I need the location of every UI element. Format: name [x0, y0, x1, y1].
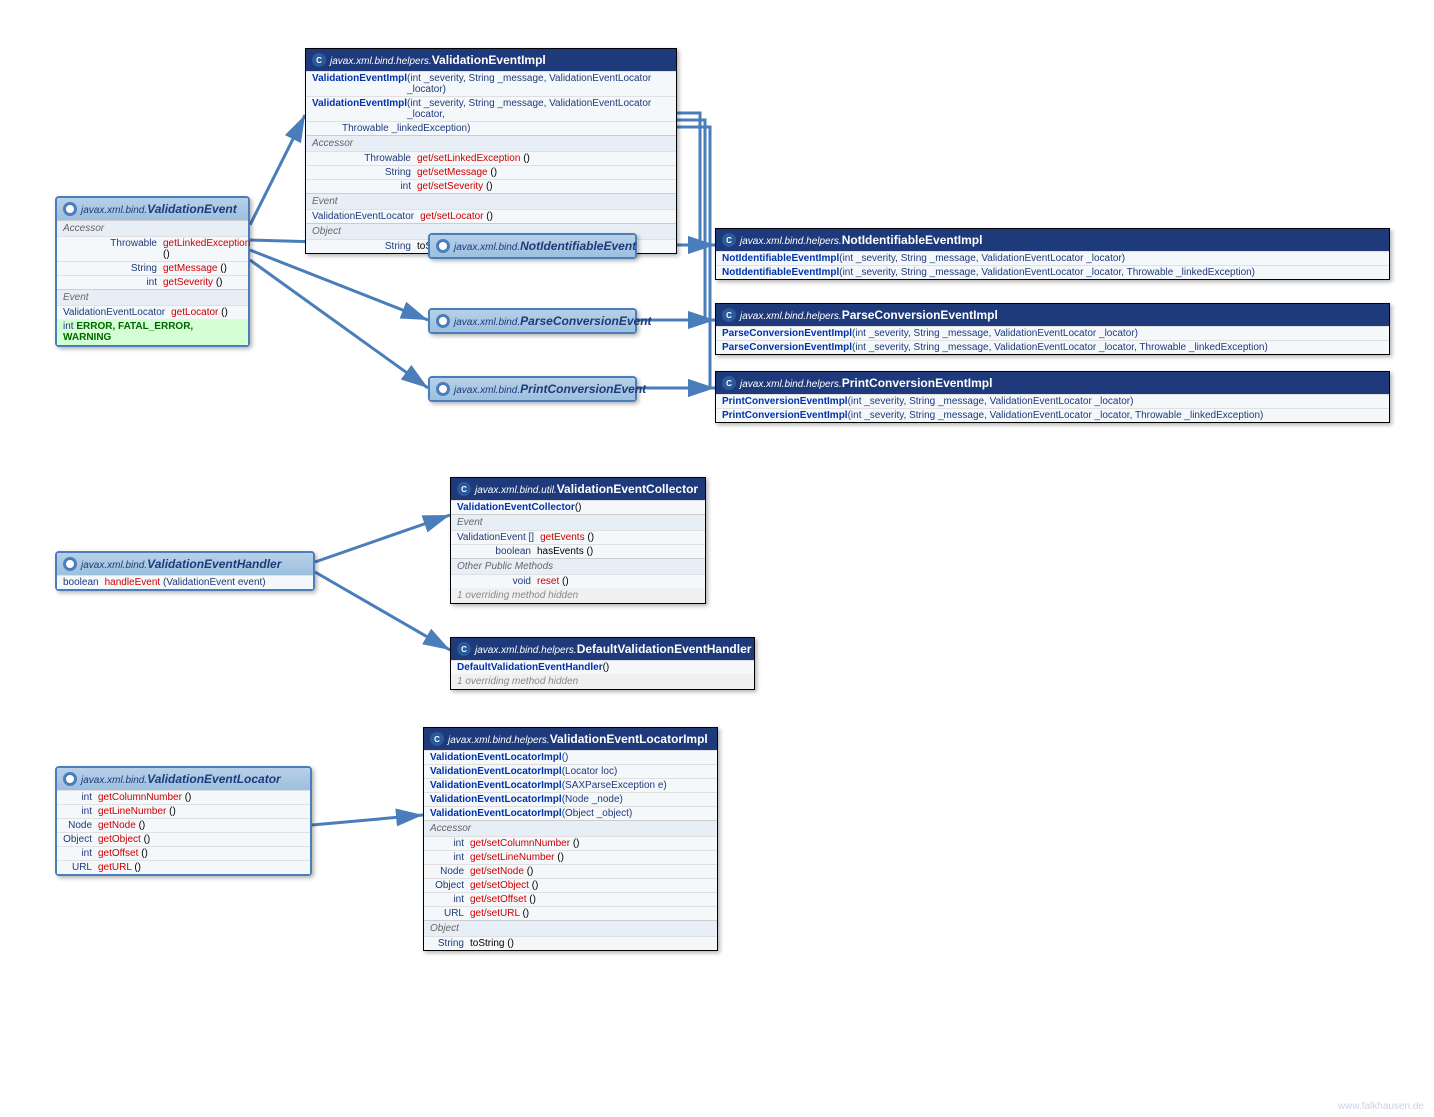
hidden-methods-note: 1 overriding method hidden — [451, 588, 705, 603]
class-header: javax.xml.bind.helpers.ValidationEventIm… — [306, 49, 676, 71]
section-label: Event — [306, 193, 676, 209]
constructor-row: ValidationEventLocatorImpl (Object _obje… — [424, 806, 717, 820]
class-parse-conversion-event-impl[interactable]: javax.xml.bind.helpers.ParseConversionEv… — [715, 303, 1390, 355]
method-row: Stringget/setMessage () — [306, 165, 676, 179]
section-label: Accessor — [424, 820, 717, 836]
method-row: Nodeget/setNode () — [424, 864, 717, 878]
method-row: ValidationEvent []getEvents () — [451, 530, 705, 544]
constructor-row: ValidationEventLocatorImpl (Locator loc) — [424, 764, 717, 778]
class-icon — [722, 233, 736, 247]
constants-row: int ERROR, FATAL_ERROR, WARNING — [57, 319, 248, 345]
constructor-row: PrintConversionEventImpl (int _severity,… — [716, 394, 1389, 408]
constructor-row: ParseConversionEventImpl (int _severity,… — [716, 326, 1389, 340]
method-row: intgetLineNumber () — [57, 804, 310, 818]
method-row: booleanhasEvents () — [451, 544, 705, 558]
class-header: javax.xml.bind.NotIdentifiableEvent — [430, 235, 635, 257]
class-icon — [457, 642, 471, 656]
method-row: booleanhandleEvent (ValidationEvent even… — [57, 575, 313, 589]
class-not-identifiable-event-impl[interactable]: javax.xml.bind.helpers.NotIdentifiableEv… — [715, 228, 1390, 280]
constructor-row: ValidationEventCollector () — [451, 500, 705, 514]
interface-icon — [436, 314, 450, 328]
class-header: javax.xml.bind.PrintConversionEvent — [430, 378, 635, 400]
constructor-row: NotIdentifiableEventImpl (int _severity,… — [716, 265, 1389, 279]
class-print-conversion-event-impl[interactable]: javax.xml.bind.helpers.PrintConversionEv… — [715, 371, 1390, 423]
class-header: javax.xml.bind.util.ValidationEventColle… — [451, 478, 705, 500]
method-row: intgetOffset () — [57, 846, 310, 860]
method-row: StringtoString () — [424, 936, 717, 950]
method-row: voidreset () — [451, 574, 705, 588]
method-row: intget/setColumnNumber () — [424, 836, 717, 850]
class-validation-event-impl[interactable]: javax.xml.bind.helpers.ValidationEventIm… — [305, 48, 677, 254]
constructor-row: ParseConversionEventImpl (int _severity,… — [716, 340, 1389, 354]
method-row: intgetColumnNumber () — [57, 790, 310, 804]
constructor-row: ValidationEventLocatorImpl (SAXParseExce… — [424, 778, 717, 792]
class-icon — [457, 482, 471, 496]
class-icon — [312, 53, 326, 67]
method-row: Objectget/setObject () — [424, 878, 717, 892]
section-label: Accessor — [57, 220, 248, 236]
class-header: javax.xml.bind.helpers.DefaultValidation… — [451, 638, 754, 660]
method-row: intget/setOffset () — [424, 892, 717, 906]
method-row: ObjectgetObject () — [57, 832, 310, 846]
constructor-row: NotIdentifiableEventImpl (int _severity,… — [716, 251, 1389, 265]
interface-icon — [63, 772, 77, 786]
method-row: Throwableget/setLinkedException () — [306, 151, 676, 165]
class-header: javax.xml.bind.helpers.PrintConversionEv… — [716, 372, 1389, 394]
interface-icon — [63, 202, 77, 216]
watermark: www.falkhausen.de — [1338, 1101, 1424, 1112]
constructor-row: ValidationEventImpl (int _severity, Stri… — [306, 71, 676, 96]
method-row: ValidationEventLocatorgetLocator () — [57, 305, 248, 319]
class-header: javax.xml.bind.helpers.ParseConversionEv… — [716, 304, 1389, 326]
interface-print-conversion-event[interactable]: javax.xml.bind.PrintConversionEvent — [428, 376, 637, 402]
class-header: javax.xml.bind.ValidationEventLocator — [57, 768, 310, 790]
interface-parse-conversion-event[interactable]: javax.xml.bind.ParseConversionEvent — [428, 308, 637, 334]
class-icon — [430, 732, 444, 746]
interface-validation-event-handler[interactable]: javax.xml.bind.ValidationEventHandler bo… — [55, 551, 315, 591]
class-default-validation-event-handler[interactable]: javax.xml.bind.helpers.DefaultValidation… — [450, 637, 755, 690]
class-icon — [722, 376, 736, 390]
method-row: StringgetMessage () — [57, 261, 248, 275]
interface-validation-event-locator[interactable]: javax.xml.bind.ValidationEventLocator in… — [55, 766, 312, 876]
section-label: Event — [451, 514, 705, 530]
class-header: javax.xml.bind.ValidationEventHandler — [57, 553, 313, 575]
class-validation-event-locator-impl[interactable]: javax.xml.bind.helpers.ValidationEventLo… — [423, 727, 718, 951]
class-header: javax.xml.bind.ValidationEvent — [57, 198, 248, 220]
method-row: intgetSeverity () — [57, 275, 248, 289]
section-label: Other Public Methods — [451, 558, 705, 574]
constructor-row: PrintConversionEventImpl (int _severity,… — [716, 408, 1389, 422]
interface-icon — [436, 382, 450, 396]
method-row: intget/setSeverity () — [306, 179, 676, 193]
interface-validation-event[interactable]: javax.xml.bind.ValidationEvent Accessor … — [55, 196, 250, 347]
constructor-row: ValidationEventImpl (int _severity, Stri… — [306, 96, 676, 121]
method-row: intget/setLineNumber () — [424, 850, 717, 864]
class-icon — [722, 308, 736, 322]
section-label: Accessor — [306, 135, 676, 151]
method-row: ThrowablegetLinkedException () — [57, 236, 248, 261]
method-row: ValidationEventLocatorget/setLocator () — [306, 209, 676, 223]
method-row: URLgetURL () — [57, 860, 310, 874]
interface-not-identifiable-event[interactable]: javax.xml.bind.NotIdentifiableEvent — [428, 233, 637, 259]
class-header: javax.xml.bind.ParseConversionEvent — [430, 310, 635, 332]
class-validation-event-collector[interactable]: javax.xml.bind.util.ValidationEventColle… — [450, 477, 706, 604]
constructor-row: ValidationEventLocatorImpl (Node _node) — [424, 792, 717, 806]
hidden-methods-note: 1 overriding method hidden — [451, 674, 754, 689]
interface-icon — [63, 557, 77, 571]
constructor-row: DefaultValidationEventHandler () — [451, 660, 754, 674]
constructor-row: ValidationEventLocatorImpl () — [424, 750, 717, 764]
constructor-row-cont: Throwable _linkedException) — [306, 121, 676, 135]
class-header: javax.xml.bind.helpers.ValidationEventLo… — [424, 728, 717, 750]
interface-icon — [436, 239, 450, 253]
section-label: Event — [57, 289, 248, 305]
method-row: NodegetNode () — [57, 818, 310, 832]
section-label: Object — [424, 920, 717, 936]
method-row: URLget/setURL () — [424, 906, 717, 920]
class-header: javax.xml.bind.helpers.NotIdentifiableEv… — [716, 229, 1389, 251]
